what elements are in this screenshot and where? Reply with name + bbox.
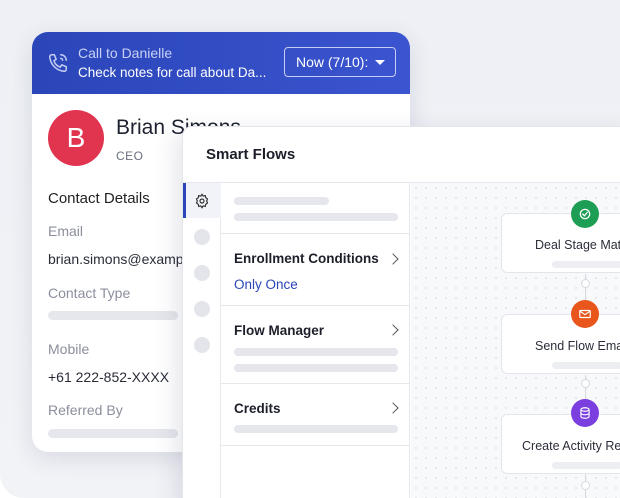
rail-item-3[interactable] bbox=[194, 265, 210, 281]
call-banner[interactable]: Call to Danielle Check notes for call ab… bbox=[32, 32, 410, 94]
call-time-dropdown[interactable]: Now (7/10): bbox=[284, 47, 396, 77]
email-label: Email bbox=[48, 223, 84, 239]
flow-canvas[interactable]: Deal Stage Matches Send Flow Email Creat… bbox=[411, 183, 620, 498]
avatar: B bbox=[48, 110, 104, 166]
referred-by-placeholder bbox=[48, 429, 178, 438]
contact-details-title: Contact Details bbox=[48, 190, 150, 207]
connector-handle[interactable] bbox=[581, 481, 590, 490]
caret-down-icon bbox=[375, 60, 385, 65]
mobile-value[interactable]: +61 222-852-XXXX bbox=[48, 369, 169, 385]
smart-flows-panel: Smart Flows Enrollment Conditions Only O… bbox=[182, 126, 620, 498]
contact-role: CEO bbox=[116, 149, 144, 163]
deal-stage-icon bbox=[571, 200, 599, 228]
connector-handle[interactable] bbox=[581, 379, 590, 388]
skeleton-line bbox=[552, 261, 620, 268]
menu-item-label: Enrollment Conditions bbox=[234, 251, 379, 266]
side-rail bbox=[183, 183, 221, 498]
contact-type-placeholder bbox=[48, 311, 178, 320]
flow-node-create-activity[interactable]: Create Activity Record bbox=[501, 414, 620, 474]
chevron-right-icon bbox=[387, 253, 399, 265]
skeleton-line bbox=[234, 425, 398, 433]
flow-settings-menu: Enrollment Conditions Only Once Flow Man… bbox=[221, 183, 410, 498]
menu-item-label: Credits bbox=[234, 401, 281, 416]
chevron-right-icon bbox=[387, 324, 399, 336]
skeleton-line bbox=[552, 362, 620, 369]
rail-item-2[interactable] bbox=[194, 229, 210, 245]
menu-item-enrollment-conditions[interactable]: Enrollment Conditions Only Once bbox=[221, 234, 410, 306]
rail-item-settings[interactable] bbox=[183, 183, 221, 218]
mobile-label: Mobile bbox=[48, 341, 90, 357]
menu-item-placeholder bbox=[221, 183, 410, 234]
flow-node-send-email[interactable]: Send Flow Email bbox=[501, 314, 620, 374]
menu-item-value: Only Once bbox=[234, 277, 298, 292]
rail-item-5[interactable] bbox=[194, 337, 210, 353]
skeleton-line bbox=[234, 364, 398, 372]
rail-item-4[interactable] bbox=[194, 301, 210, 317]
menu-item-credits[interactable]: Credits bbox=[221, 384, 410, 446]
flow-node-label: Create Activity Record bbox=[522, 439, 620, 453]
smart-flows-title: Smart Flows bbox=[183, 127, 620, 183]
phone-call-icon bbox=[49, 54, 67, 72]
call-subtitle: Check notes for call about Da... bbox=[78, 65, 267, 80]
connector-handle[interactable] bbox=[581, 279, 590, 288]
call-time-value: Now (7/10): bbox=[296, 54, 369, 70]
contact-type-label: Contact Type bbox=[48, 285, 131, 301]
skeleton-line bbox=[234, 197, 329, 205]
email-icon bbox=[571, 300, 599, 328]
skeleton-line bbox=[234, 213, 398, 221]
database-icon bbox=[571, 399, 599, 427]
referred-by-label: Referred By bbox=[48, 402, 123, 418]
call-title: Call to Danielle bbox=[78, 45, 173, 61]
flow-node-label: Deal Stage Matches bbox=[535, 238, 620, 252]
menu-item-flow-manager[interactable]: Flow Manager bbox=[221, 306, 410, 384]
gear-icon bbox=[195, 193, 209, 209]
chevron-right-icon bbox=[387, 402, 399, 414]
skeleton-line bbox=[234, 348, 398, 356]
flow-node-label: Send Flow Email bbox=[535, 339, 620, 353]
menu-item-label: Flow Manager bbox=[234, 323, 325, 338]
flow-node-deal-stage[interactable]: Deal Stage Matches bbox=[501, 213, 620, 273]
skeleton-line bbox=[552, 462, 620, 469]
